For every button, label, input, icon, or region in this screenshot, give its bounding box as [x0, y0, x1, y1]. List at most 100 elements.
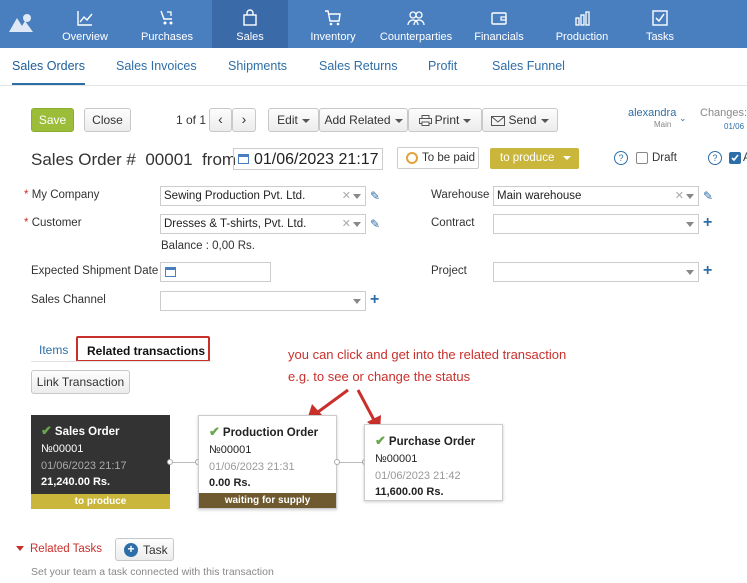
dropdown-arrow-icon[interactable] [353, 222, 361, 227]
project-field[interactable] [493, 262, 699, 282]
nav-tasks[interactable]: Tasks [622, 0, 698, 48]
chevron-down-icon [463, 118, 472, 123]
draft-checkbox[interactable] [636, 152, 648, 164]
card-number: №00001 [209, 444, 252, 456]
related-tasks-toggle[interactable]: Related Tasks [16, 543, 102, 555]
dropdown-arrow-icon[interactable] [686, 194, 694, 199]
warehouse-field[interactable]: Main warehouse ✕ [493, 186, 699, 206]
subtab-shipments[interactable]: Shipments [228, 59, 287, 73]
nav-label: Overview [62, 31, 108, 43]
nav-overview[interactable]: Overview [47, 0, 123, 48]
sales-channel-label: Sales Channel [31, 294, 106, 306]
subtab-sales-funnel[interactable]: Sales Funnel [492, 59, 565, 73]
dropdown-arrow-icon[interactable] [686, 222, 694, 227]
tab-related-transactions[interactable]: Related transactions [76, 336, 210, 362]
nav-purchases[interactable]: Purchases [129, 0, 205, 48]
nav-production[interactable]: Production [544, 0, 620, 48]
edit-pencil-icon[interactable]: ✎ [703, 189, 713, 203]
caret-down-icon [563, 156, 571, 160]
nav-label: Financials [474, 31, 524, 43]
nav-label: Inventory [310, 31, 356, 43]
warehouse-label: Warehouse [431, 189, 490, 201]
changes-date[interactable]: 01/06 [724, 122, 744, 131]
nav-label: Production [555, 31, 609, 43]
cart-icon [325, 10, 341, 26]
card-amount: 0.00 Rs. [209, 477, 251, 489]
arrow-to-production [317, 388, 349, 414]
help-icon[interactable]: ? [708, 151, 722, 165]
user-menu[interactable]: alexandra [628, 107, 676, 119]
calendar-icon [165, 267, 176, 277]
close-button[interactable]: Close [84, 108, 131, 132]
card-title: ✔ Sales Order [41, 423, 119, 439]
edit-pencil-icon[interactable]: ✎ [370, 189, 380, 203]
nav-financials[interactable]: Financials [461, 0, 537, 48]
chevron-down-icon [540, 118, 549, 123]
add-icon[interactable]: + [703, 215, 712, 231]
customer-label: * Customer [24, 217, 82, 229]
link-transaction-button[interactable]: Link Transaction [31, 370, 130, 394]
warehouse-value: Main warehouse [497, 190, 582, 202]
dropdown-arrow-icon[interactable] [686, 270, 694, 275]
contract-label: Contract [431, 217, 475, 229]
sales-order-card[interactable]: ✔ Sales Order №00001 01/06/2023 21:17 21,… [31, 415, 170, 509]
task-button-label: Task [143, 543, 168, 557]
nav-inventory[interactable]: Inventory [295, 0, 371, 48]
customer-field[interactable]: Dresses & T-shirts, Pvt. Ltd. ✕ [160, 214, 366, 234]
edit-pencil-icon[interactable]: ✎ [370, 217, 380, 231]
payment-status-button[interactable]: To be paid [397, 147, 479, 169]
subtab-sales-invoices[interactable]: Sales Invoices [116, 59, 197, 73]
order-status-dropdown[interactable]: to produce [490, 148, 579, 169]
my-company-label-text: My Company [31, 189, 100, 201]
nav-sales[interactable]: Sales [212, 0, 288, 48]
my-company-field[interactable]: Sewing Production Pvt. Ltd. ✕ [160, 186, 366, 206]
send-button[interactable]: Send [482, 108, 558, 132]
add-icon[interactable]: + [703, 263, 712, 279]
purchase-order-card[interactable]: ✔ Purchase Order №00001 01/06/2023 21:42 … [364, 424, 503, 501]
add-related-label: Add Related [324, 113, 391, 127]
prev-button[interactable]: ‹ [209, 108, 232, 132]
sales-channel-field[interactable] [160, 291, 366, 311]
connector-line [337, 462, 365, 463]
help-icon[interactable]: ? [614, 151, 628, 165]
arrow-to-purchase [356, 389, 376, 421]
chevron-down-icon [394, 118, 403, 123]
chevron-down-icon: ⌄ [679, 113, 687, 123]
checkbox-icon [652, 10, 668, 26]
production-order-card[interactable]: ✔ Production Order №00001 01/06/2023 21:3… [198, 415, 337, 509]
next-button[interactable]: › [232, 108, 256, 132]
dropdown-arrow-icon[interactable] [353, 194, 361, 199]
nav-counterparties[interactable]: Counterparties [378, 0, 454, 48]
clear-icon[interactable]: ✕ [675, 187, 684, 205]
people-icon [407, 11, 425, 26]
clear-icon[interactable]: ✕ [342, 187, 351, 205]
printer-icon [418, 115, 432, 127]
save-button[interactable]: Save [31, 108, 74, 132]
add-task-button[interactable]: + Task [115, 538, 174, 561]
clear-icon[interactable]: ✕ [342, 215, 351, 233]
nav-label: Purchases [141, 31, 193, 43]
subtab-sales-returns[interactable]: Sales Returns [319, 59, 398, 73]
approved-checkbox[interactable] [729, 152, 741, 164]
add-related-button[interactable]: Add Related [319, 108, 408, 132]
edit-button[interactable]: Edit [268, 108, 319, 132]
dropdown-arrow-icon[interactable] [353, 299, 361, 304]
subtab-profit[interactable]: Profit [428, 59, 457, 73]
tab-items[interactable]: Items [39, 343, 68, 357]
order-date-value: 01/06/2023 21:17 [254, 151, 379, 168]
my-company-value: Sewing Production Pvt. Ltd. [164, 190, 306, 202]
app-logo-icon[interactable] [8, 12, 34, 34]
print-button[interactable]: Print [408, 108, 482, 132]
subtab-sales-orders[interactable]: Sales Orders [12, 59, 85, 85]
contract-field[interactable] [493, 214, 699, 234]
add-icon[interactable]: + [370, 292, 379, 308]
nav-label: Tasks [645, 31, 675, 43]
shipment-date-field[interactable] [160, 262, 271, 282]
envelope-icon [491, 115, 506, 126]
tab-divider [31, 361, 211, 362]
purchases-icon [160, 10, 173, 25]
chevron-left-icon: ‹ [218, 111, 223, 127]
caret-down-icon [16, 546, 24, 552]
order-date-input[interactable]: 01/06/2023 21:17 [233, 148, 383, 170]
nav-label: Sales [236, 31, 264, 43]
